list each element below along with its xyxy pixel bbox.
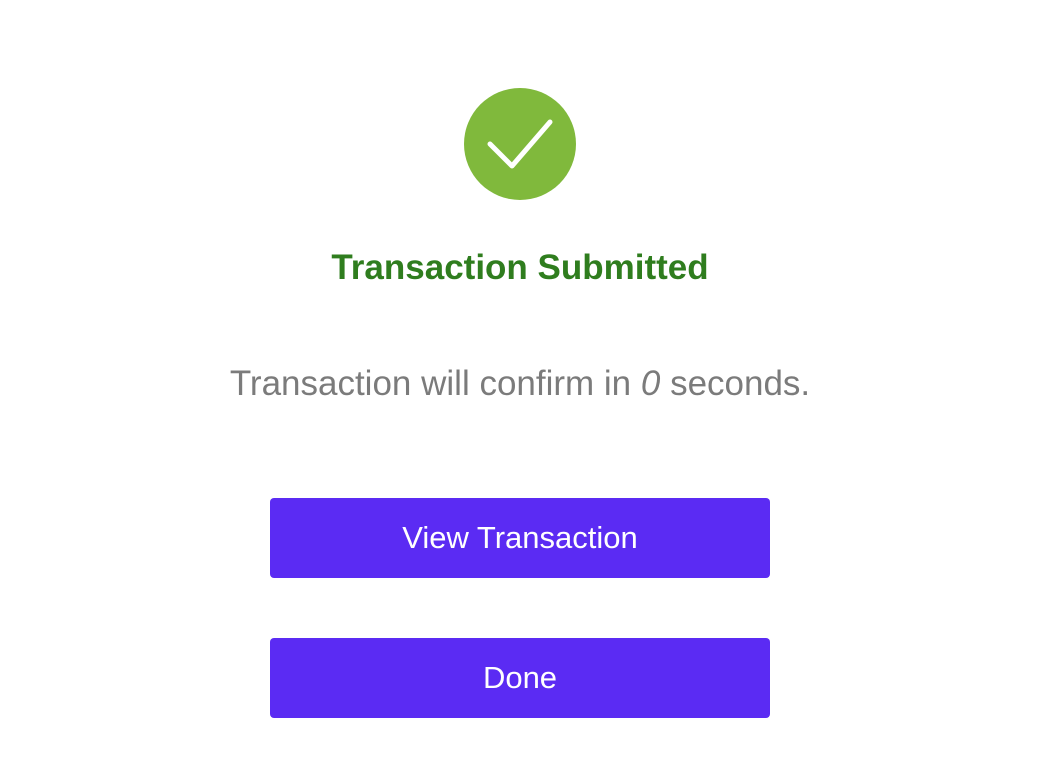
message-suffix: seconds. xyxy=(660,364,811,403)
view-transaction-button[interactable]: View Transaction xyxy=(270,498,770,578)
check-circle-icon xyxy=(464,88,576,200)
seconds-count: 0 xyxy=(640,364,661,403)
done-button[interactable]: Done xyxy=(270,638,770,718)
message-prefix: Transaction will confirm in xyxy=(229,364,641,403)
confirmation-message: Transaction will confirm in 0 seconds. xyxy=(0,360,1040,408)
checkmark-icon xyxy=(487,119,553,169)
status-title: Transaction Submitted xyxy=(331,248,709,287)
